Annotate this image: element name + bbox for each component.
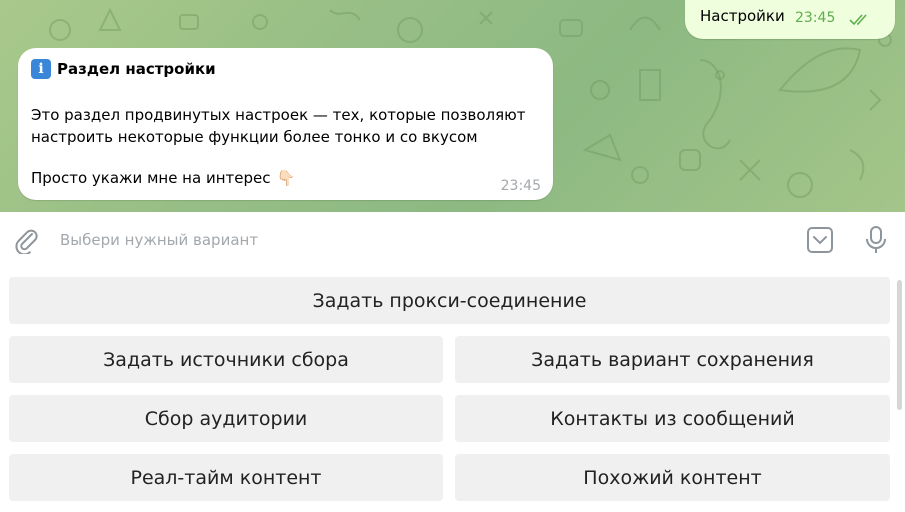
message-body: Это раздел продвинутых настроек — тех, к… [31, 106, 526, 146]
outgoing-message-bubble[interactable]: Настройки 23:45 [685, 0, 895, 39]
incoming-message-time: 23:45 [500, 178, 541, 194]
outgoing-message-time: 23:45 [795, 10, 836, 26]
keyboard-toggle-icon[interactable] [806, 226, 834, 254]
microphone-icon[interactable] [862, 225, 890, 255]
reply-keyboard: Задать прокси-соединение Задать источник… [0, 268, 905, 512]
keyboard-button-similar[interactable]: Похожий контент [455, 454, 890, 501]
message-hint: Просто укажи мне на интерес [31, 169, 271, 187]
outgoing-message-text: Настройки [700, 7, 785, 25]
message-title: Раздел настройки [57, 60, 216, 78]
keyboard-button-sources[interactable]: Задать источники сбора [9, 336, 443, 383]
pointing-down-emoji-icon: 👇🏻 [276, 169, 296, 187]
keyboard-button-audience[interactable]: Сбор аудитории [9, 395, 443, 442]
keyboard-button-save-option[interactable]: Задать вариант сохранения [455, 336, 890, 383]
read-double-check-icon [849, 14, 867, 26]
keyboard-button-contacts[interactable]: Контакты из сообщений [455, 395, 890, 442]
chat-area: Настройки 23:45 i Раздел настройки Это р… [0, 0, 905, 212]
message-input[interactable] [60, 226, 740, 254]
keyboard-button-proxy[interactable]: Задать прокси-соединение [9, 277, 890, 324]
incoming-message-bubble[interactable]: i Раздел настройки Это раздел продвинуты… [18, 48, 553, 200]
message-hint-row: Просто укажи мне на интерес 👇🏻 [31, 169, 295, 187]
keyboard-scrollbar[interactable] [897, 280, 902, 410]
keyboard-button-realtime[interactable]: Реал-тайм контент [9, 454, 443, 501]
info-icon: i [31, 59, 51, 79]
paperclip-icon[interactable] [12, 226, 40, 254]
telegram-chat-window: Настройки 23:45 i Раздел настройки Это р… [0, 0, 905, 512]
message-title-row: i Раздел настройки [31, 59, 216, 79]
message-input-bar [0, 212, 905, 268]
